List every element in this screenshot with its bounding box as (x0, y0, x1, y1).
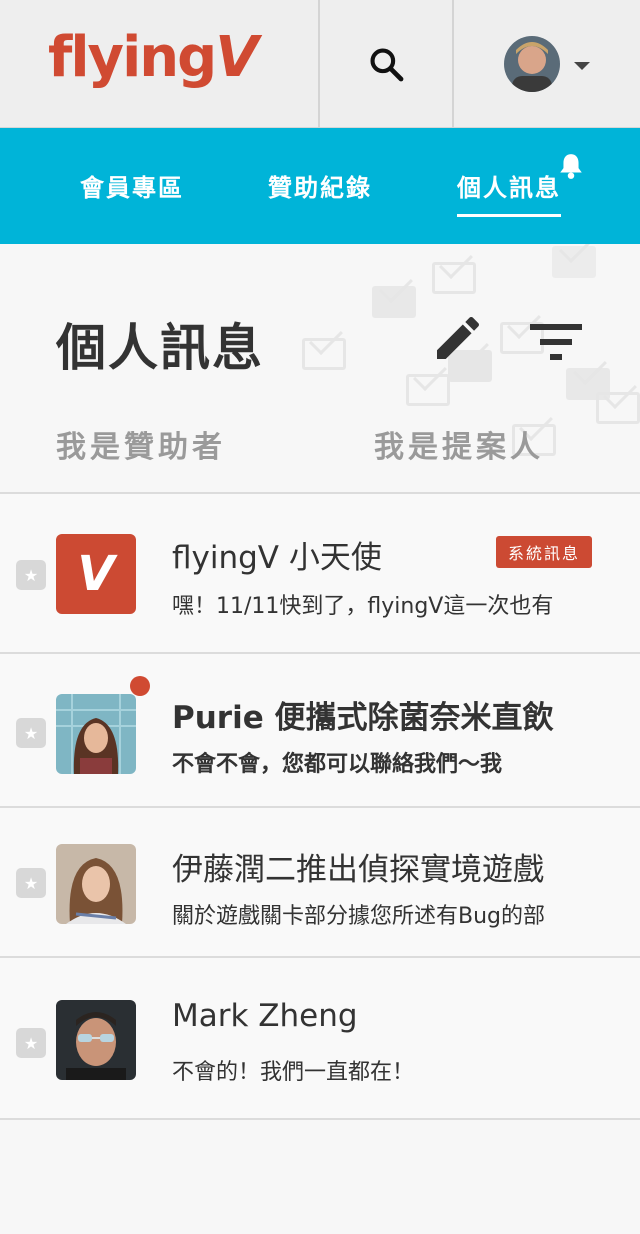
flyingv-logo[interactable]: flyingV (48, 30, 259, 86)
sender-avatar (56, 844, 136, 924)
star-icon[interactable]: ★ (16, 560, 46, 590)
tab-proposer[interactable]: 我是提案人 (374, 422, 544, 466)
top-bar: flyingV (0, 0, 640, 128)
message-title: Mark Zheng (172, 998, 358, 1034)
message-row[interactable]: ★ Purie 便攜式除菌奈米直飲 不會不會，您都可以聯絡我們～我 (0, 654, 640, 808)
message-preview: 關於遊戲關卡部分據您所述有Bug的部 (172, 904, 546, 929)
flyingv-avatar: V (56, 534, 136, 614)
message-preview: 嘿！11/11快到了，flyingV這一次也有 (172, 594, 554, 619)
member-nav: 會員專區 贊助紀錄 個人訊息 (0, 128, 640, 244)
star-icon[interactable]: ★ (16, 718, 46, 748)
mail-icon (552, 246, 596, 278)
message-title: 伊藤潤二推出偵探實境遊戲 (172, 852, 544, 888)
edit-icon[interactable] (430, 310, 486, 366)
sender-avatar (56, 1000, 136, 1080)
message-preview: 不會的！我們一直都在！ (172, 1060, 415, 1085)
message-title: Purie 便攜式除菌奈米直飲 (172, 700, 554, 736)
bell-icon[interactable] (558, 152, 584, 180)
message-title: flyingV 小天使 (172, 540, 382, 576)
nav-personal-messages[interactable]: 個人訊息 (457, 168, 561, 217)
profile-menu-button[interactable] (454, 0, 640, 128)
filter-icon[interactable] (530, 322, 582, 362)
search-button[interactable] (320, 0, 452, 128)
message-list: ★ V flyingV 小天使 系統訊息 嘿！11/11快到了，flyingV這… (0, 494, 640, 1120)
page-title: 個人訊息 (56, 319, 264, 377)
caret-down-icon (574, 62, 590, 70)
sender-avatar (56, 694, 136, 774)
system-message-badge: 系統訊息 (496, 536, 593, 568)
tab-sponsor[interactable]: 我是贊助者 (56, 422, 226, 466)
unread-indicator (130, 676, 150, 696)
nav-member-area[interactable]: 會員專區 (80, 168, 184, 203)
messages-header: 個人訊息 我是贊助者 我是提案人 (0, 244, 640, 494)
mail-icon (406, 374, 450, 406)
message-row[interactable]: ★ 伊藤潤二推出偵探實境遊戲 關於遊戲關卡部分據您所述有Bug的部 (0, 808, 640, 958)
mail-icon (372, 286, 416, 318)
message-row[interactable]: ★ V flyingV 小天使 系統訊息 嘿！11/11快到了，flyingV這… (0, 494, 640, 654)
message-preview: 不會不會，您都可以聯絡我們～我 (172, 752, 503, 777)
star-icon[interactable]: ★ (16, 868, 46, 898)
message-row[interactable]: ★ Mark Zheng 不會的！我們一直都在！ (0, 958, 640, 1120)
avatar (504, 36, 560, 92)
mail-icon (302, 338, 346, 370)
star-icon[interactable]: ★ (16, 1028, 46, 1058)
nav-sponsor-records[interactable]: 贊助紀錄 (268, 168, 372, 203)
mail-icon (432, 262, 476, 294)
mail-icon (596, 392, 640, 424)
search-icon (370, 48, 404, 82)
